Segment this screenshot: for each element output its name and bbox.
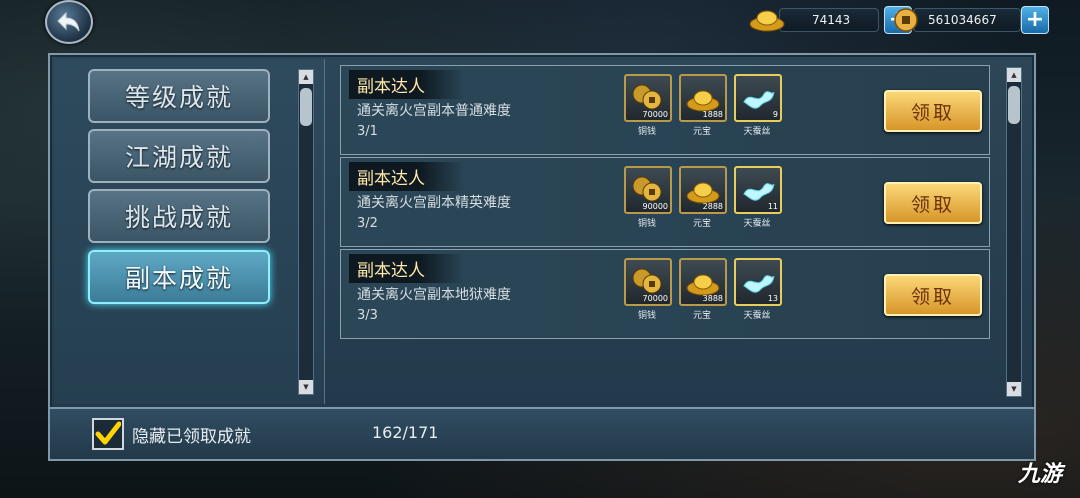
reward-item[interactable]: 11 天蚕丝 xyxy=(734,166,782,229)
reward-name: 天蚕丝 xyxy=(743,311,771,321)
silk-icon: 9 xyxy=(734,74,782,122)
claim-button[interactable]: 领取 xyxy=(884,90,982,132)
achievement-title: 副本达人 xyxy=(349,162,465,191)
reward-item[interactable]: 9 天蚕丝 xyxy=(734,74,782,137)
scroll-up-icon[interactable]: ▲ xyxy=(299,70,313,84)
reward-item[interactable]: 2888 元宝 xyxy=(679,166,727,229)
category-label: 副本成就 xyxy=(124,264,233,293)
gold-ingot-icon: 2888 xyxy=(679,166,727,214)
reward-name: 天蚕丝 xyxy=(743,219,771,229)
scroll-up-icon[interactable]: ▲ xyxy=(1007,68,1021,82)
copper-coin-icon xyxy=(894,8,918,32)
copper-coins-icon: 70000 xyxy=(624,258,672,306)
category-panel: 等级成就 江湖成就 挑战成就 副本成就 ▲ ▼ xyxy=(54,59,325,404)
gold-ingot-value-box: 74143 xyxy=(779,8,879,32)
reward-item[interactable]: 1888 元宝 xyxy=(679,74,727,137)
category-challenge-button[interactable]: 挑战成就 xyxy=(88,189,270,243)
reward-item[interactable]: 13 天蚕丝 xyxy=(734,258,782,321)
reward-name: 铜钱 xyxy=(637,219,656,229)
completed-count: 162/171 xyxy=(372,423,439,442)
copper-coins-icon: 90000 xyxy=(624,166,672,214)
achievement-title: 副本达人 xyxy=(349,254,465,283)
reward-count: 70000 xyxy=(642,294,668,303)
gold-ingot-value: 74143 xyxy=(812,13,851,27)
reward-name: 元宝 xyxy=(692,219,711,229)
reward-count: 70000 xyxy=(642,110,668,119)
copper-coin-currency: 561034667 + xyxy=(893,6,1049,34)
achievement-progress: 3/2 xyxy=(357,216,378,231)
achievement-row: 副本达人 通关离火宫副本精英难度 3/2 90000 铜钱 2888 元宝 11… xyxy=(340,157,990,247)
reward-name: 铜钱 xyxy=(637,311,656,321)
achievement-scrollbar[interactable]: ▲ ▼ xyxy=(1006,67,1022,397)
reward-count: 13 xyxy=(767,294,778,303)
back-button[interactable] xyxy=(45,0,93,44)
category-label: 江湖成就 xyxy=(124,143,233,172)
silk-icon: 11 xyxy=(734,166,782,214)
silk-icon: 13 xyxy=(734,258,782,306)
reward-item[interactable]: 70000 铜钱 xyxy=(624,258,672,321)
gold-ingot-icon: 3888 xyxy=(679,258,727,306)
hide-claimed-label: 隐藏已领取成就 xyxy=(132,427,251,447)
reward-name: 天蚕丝 xyxy=(743,127,771,137)
scroll-down-icon[interactable]: ▼ xyxy=(1007,382,1021,396)
claim-button[interactable]: 领取 xyxy=(884,274,982,316)
category-jianghu-button[interactable]: 江湖成就 xyxy=(88,129,270,183)
achievement-title: 副本达人 xyxy=(349,70,465,99)
claim-button[interactable]: 领取 xyxy=(884,182,982,224)
reward-name: 铜钱 xyxy=(637,127,656,137)
achievement-window: 等级成就 江湖成就 挑战成就 副本成就 ▲ ▼ 副本达人 通关离火宫副本普通难度… xyxy=(48,53,1036,414)
back-arrow-icon xyxy=(57,11,80,32)
gold-ingot-icon xyxy=(749,10,785,32)
category-level-button[interactable]: 等级成就 xyxy=(88,69,270,123)
achievement-progress: 3/1 xyxy=(357,124,378,139)
reward-count: 3888 xyxy=(702,294,723,303)
plus-icon: + xyxy=(1025,7,1045,32)
achievement-description: 通关离火宫副本普通难度 xyxy=(357,103,511,119)
copper-coins-icon: 70000 xyxy=(624,74,672,122)
scroll-down-icon[interactable]: ▼ xyxy=(299,380,313,394)
scroll-thumb[interactable] xyxy=(300,88,312,126)
category-label: 等级成就 xyxy=(124,83,233,112)
achievement-list: 副本达人 通关离火宫副本普通难度 3/1 70000 铜钱 1888 元宝 9 … xyxy=(334,59,1028,404)
category-dungeon-button[interactable]: 副本成就 xyxy=(88,250,270,304)
reward-item[interactable]: 3888 元宝 xyxy=(679,258,727,321)
reward-count: 2888 xyxy=(702,202,723,211)
copper-coin-value: 561034667 xyxy=(928,13,997,27)
category-label: 挑战成就 xyxy=(124,203,233,232)
reward-count: 1888 xyxy=(702,110,723,119)
achievement-row: 副本达人 通关离火宫副本地狱难度 3/3 70000 铜钱 3888 元宝 13… xyxy=(340,249,990,339)
category-scrollbar[interactable]: ▲ ▼ xyxy=(298,69,314,395)
gold-ingot-icon: 1888 xyxy=(679,74,727,122)
achievement-description: 通关离火宫副本精英难度 xyxy=(357,195,511,211)
reward-name: 元宝 xyxy=(692,311,711,321)
watermark-logo: 九游 xyxy=(1017,462,1062,487)
add-copper-coin-button[interactable]: + xyxy=(1021,6,1049,34)
copper-coin-value-box: 561034667 xyxy=(913,8,1021,32)
scroll-thumb[interactable] xyxy=(1008,86,1020,124)
reward-item[interactable]: 90000 铜钱 xyxy=(624,166,672,229)
gold-ingot-currency: 74143 + xyxy=(747,6,912,34)
achievement-row: 副本达人 通关离火宫副本普通难度 3/1 70000 铜钱 1888 元宝 9 … xyxy=(340,65,990,155)
checkmark-icon xyxy=(95,421,121,445)
reward-name: 元宝 xyxy=(692,127,711,137)
achievement-description: 通关离火宫副本地狱难度 xyxy=(357,287,511,303)
footer-bar: 隐藏已领取成就 162/171 xyxy=(48,407,1036,461)
hide-claimed-checkbox[interactable] xyxy=(92,418,124,450)
reward-count: 9 xyxy=(772,110,778,119)
achievement-progress: 3/3 xyxy=(357,308,378,323)
reward-count: 90000 xyxy=(642,202,668,211)
reward-count: 11 xyxy=(767,202,778,211)
reward-item[interactable]: 70000 铜钱 xyxy=(624,74,672,137)
